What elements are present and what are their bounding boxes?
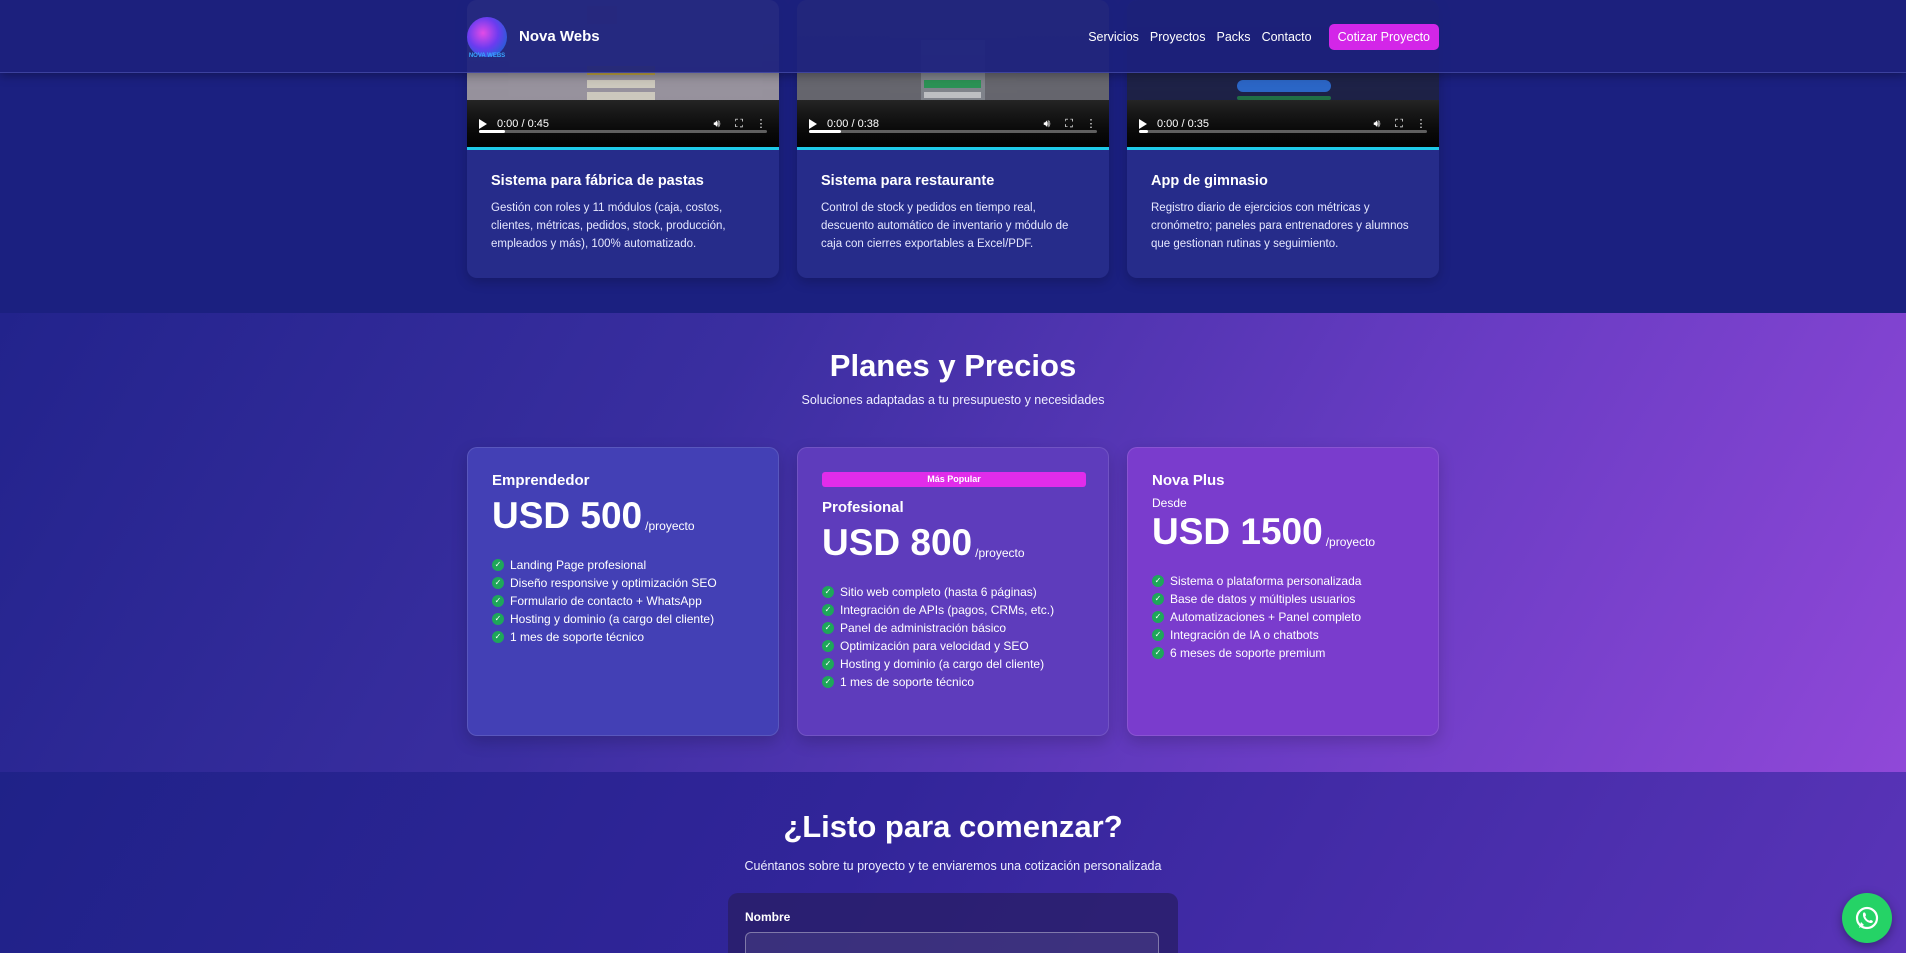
check-icon: ✓ bbox=[492, 631, 504, 643]
contact-form: Nombre bbox=[728, 893, 1178, 953]
video-time: 0:00 / 0:35 bbox=[1157, 117, 1209, 130]
whatsapp-button[interactable] bbox=[1842, 893, 1892, 943]
more-options-icon[interactable]: ⋮ bbox=[755, 118, 767, 130]
whatsapp-icon bbox=[1855, 906, 1879, 930]
feature-item: ✓ Hosting y dominio (a cargo del cliente) bbox=[492, 610, 754, 628]
plan-price-unit: /proyecto bbox=[645, 519, 695, 533]
feature-item: ✓ Sitio web completo (hasta 6 páginas) bbox=[822, 583, 1084, 601]
feature-item: ✓ Optimización para velocidad y SEO bbox=[822, 637, 1084, 655]
plan-name: Emprendedor bbox=[492, 472, 590, 489]
nav-link-contacto[interactable]: Contacto bbox=[1262, 30, 1312, 44]
main-nav: Servicios Proyectos Packs Contacto Cotiz… bbox=[1077, 23, 1439, 50]
video-controls: 0:00 / 0:45 🔊︎ ⛶ ⋮ bbox=[467, 100, 779, 147]
check-icon: ✓ bbox=[822, 604, 834, 616]
site-header: NOVA WEBS Nova Webs Servicios Proyectos … bbox=[0, 0, 1906, 73]
pricing-section: Planes y Precios Soluciones adaptadas a … bbox=[0, 313, 1906, 772]
plan-card-emprendedor: Emprendedor USD 500 /proyecto ✓ Landing P… bbox=[467, 447, 779, 736]
feature-item: ✓ Integración de IA o chatbots bbox=[1152, 626, 1414, 644]
contact-subtitle: Cuéntanos sobre tu proyecto y te enviare… bbox=[744, 859, 1162, 873]
feature-item: ✓ Automatizaciones + Panel completo bbox=[1152, 608, 1414, 626]
video-time: 0:00 / 0:45 bbox=[497, 117, 549, 130]
check-icon: ✓ bbox=[822, 622, 834, 634]
video-controls: 0:00 / 0:35 🔊︎ ⛶ ⋮ bbox=[1127, 100, 1439, 147]
brand-name: Nova Webs bbox=[519, 28, 600, 45]
fullscreen-icon[interactable]: ⛶ bbox=[1393, 118, 1405, 130]
check-icon: ✓ bbox=[1152, 575, 1164, 587]
feature-item: ✓ Diseño responsive y optimización SEO bbox=[492, 574, 754, 592]
check-icon: ✓ bbox=[822, 586, 834, 598]
more-options-icon[interactable]: ⋮ bbox=[1415, 118, 1427, 130]
page: 0:00 / 0:45 🔊︎ ⛶ ⋮ Sistema para fábrica … bbox=[0, 0, 1906, 953]
feature-item: ✓ Sistema o plataforma personalizada bbox=[1152, 572, 1414, 590]
plan-price-unit: /proyecto bbox=[1325, 535, 1376, 549]
check-icon: ✓ bbox=[822, 640, 834, 652]
play-icon[interactable] bbox=[1139, 118, 1147, 129]
pricing-subtitle: Soluciones adaptadas a tu presupuesto y … bbox=[801, 393, 1105, 407]
check-icon: ✓ bbox=[492, 595, 504, 607]
play-icon[interactable] bbox=[479, 118, 487, 129]
nav-link-proyectos[interactable]: Proyectos bbox=[1150, 30, 1206, 44]
feature-item: ✓ 1 mes de soporte técnico bbox=[822, 673, 1084, 691]
plan-from-label: Desde bbox=[1152, 496, 1187, 510]
popular-badge: Más Popular bbox=[822, 472, 1086, 487]
check-icon: ✓ bbox=[1152, 593, 1164, 605]
project-description: Gestión con roles y 11 módulos (caja, co… bbox=[491, 202, 726, 250]
project-title: App de gimnasio bbox=[1151, 173, 1268, 189]
feature-item: ✓ Hosting y dominio (a cargo del cliente) bbox=[822, 655, 1084, 673]
project-title: Sistema para restaurante bbox=[821, 173, 995, 189]
feature-list: ✓ Landing Page profesional ✓ Diseño respon… bbox=[492, 556, 754, 646]
fullscreen-icon[interactable]: ⛶ bbox=[1063, 118, 1075, 130]
feature-item: ✓ Formulario de contacto + WhatsApp bbox=[492, 592, 754, 610]
brand[interactable]: NOVA WEBS Nova Webs bbox=[467, 16, 600, 59]
check-icon: ✓ bbox=[492, 559, 504, 571]
name-input[interactable] bbox=[745, 932, 1159, 953]
feature-item: ✓ Base de datos y múltiples usuarios bbox=[1152, 590, 1414, 608]
video-progress[interactable] bbox=[479, 130, 767, 133]
plan-price: USD 800 bbox=[822, 522, 973, 563]
video-controls: 0:00 / 0:38 🔊︎ ⛶ ⋮ bbox=[797, 100, 1109, 147]
project-description: Control de stock y pedidos en tiempo rea… bbox=[821, 202, 1069, 250]
contact-title: ¿Listo para comenzar? bbox=[783, 809, 1123, 844]
nav-link-packs[interactable]: Packs bbox=[1217, 30, 1251, 44]
feature-item: ✓ Integración de APIs (pagos, CRMs, etc.) bbox=[822, 601, 1084, 619]
nav-link-servicios[interactable]: Servicios bbox=[1088, 30, 1139, 44]
pricing-title: Planes y Precios bbox=[829, 348, 1077, 383]
project-description: Registro diario de ejercicios con métric… bbox=[1151, 202, 1409, 250]
plan-card-nova-plus: Nova Plus Desde USD 1500 /proyecto ✓ Sist… bbox=[1127, 447, 1439, 736]
plan-card-profesional: Más Popular Profesional USD 800 /proyect… bbox=[797, 447, 1109, 736]
fullscreen-icon[interactable]: ⛶ bbox=[733, 118, 745, 130]
plan-name: Nova Plus bbox=[1152, 472, 1225, 489]
plan-price-unit: /proyecto bbox=[975, 546, 1025, 560]
video-progress[interactable] bbox=[1139, 130, 1427, 133]
check-icon: ✓ bbox=[492, 577, 504, 589]
video-time: 0:00 / 0:38 bbox=[827, 117, 879, 130]
feature-item: ✓ 6 meses de soporte premium bbox=[1152, 644, 1414, 662]
name-label: Nombre bbox=[745, 910, 791, 924]
quote-project-button[interactable]: Cotizar Proyecto bbox=[1328, 23, 1439, 50]
check-icon: ✓ bbox=[822, 676, 834, 688]
check-icon: ✓ bbox=[822, 658, 834, 670]
plan-price: USD 1500 bbox=[1152, 511, 1323, 552]
logo-text: NOVA WEBS bbox=[468, 52, 506, 59]
volume-icon[interactable]: 🔊︎ bbox=[1041, 118, 1053, 130]
feature-item: ✓ Landing Page profesional bbox=[492, 556, 754, 574]
volume-icon[interactable]: 🔊︎ bbox=[711, 118, 723, 130]
plan-price: USD 500 bbox=[492, 495, 643, 536]
check-icon: ✓ bbox=[492, 613, 504, 625]
contact-section: ¿Listo para comenzar? Cuéntanos sobre tu… bbox=[0, 772, 1906, 953]
plan-name: Profesional bbox=[822, 499, 904, 516]
check-icon: ✓ bbox=[1152, 611, 1164, 623]
more-options-icon[interactable]: ⋮ bbox=[1085, 118, 1097, 130]
logo[interactable]: NOVA WEBS bbox=[467, 16, 507, 59]
feature-item: ✓ 1 mes de soporte técnico bbox=[492, 628, 754, 646]
volume-icon[interactable]: 🔊︎ bbox=[1371, 118, 1383, 130]
feature-item: ✓ Panel de administración básico bbox=[822, 619, 1084, 637]
feature-list: ✓ Sitio web completo (hasta 6 páginas) ✓ I… bbox=[822, 583, 1084, 691]
check-icon: ✓ bbox=[1152, 629, 1164, 641]
check-icon: ✓ bbox=[1152, 647, 1164, 659]
play-icon[interactable] bbox=[809, 118, 817, 129]
video-progress[interactable] bbox=[809, 130, 1097, 133]
feature-list: ✓ Sistema o plataforma personalizada ✓ Bas… bbox=[1152, 572, 1414, 662]
project-title: Sistema para fábrica de pastas bbox=[491, 173, 704, 189]
